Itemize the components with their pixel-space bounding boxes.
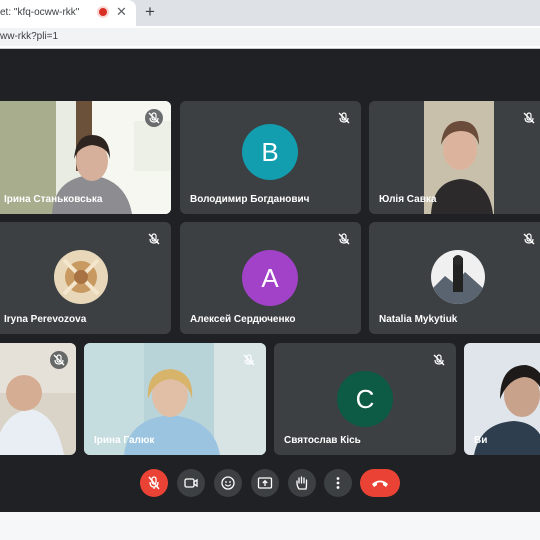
present-screen-button[interactable] <box>251 469 279 497</box>
url-text: ww-rkk?pli=1 <box>0 31 59 42</box>
mic-off-icon <box>148 476 160 490</box>
camera-icon <box>184 478 198 488</box>
avatar: C <box>337 371 393 427</box>
participant-tile[interactable]: Юлія Савка <box>369 101 540 214</box>
avatar: B <box>242 124 298 180</box>
emoji-icon <box>221 476 235 490</box>
call-controls-bar <box>0 469 540 499</box>
avatar-letter: C <box>355 384 375 414</box>
participant-name: Ірина Станьковська <box>4 194 103 205</box>
avatar-letter: B <box>261 137 279 167</box>
browser-tab-bar: et: "kfq-ocww-rkk" ✕ + <box>0 0 540 26</box>
participant-name: Алексей Сердюченко <box>190 314 296 325</box>
browser-tab[interactable]: et: "kfq-ocww-rkk" ✕ <box>0 0 136 26</box>
participant-tile[interactable]: Ви <box>464 343 540 455</box>
mic-off-icon <box>520 109 538 127</box>
participant-tile[interactable]: Ірина Станьковська <box>0 101 171 214</box>
hang-up-icon <box>372 480 388 487</box>
new-tab-button[interactable]: + <box>140 2 160 22</box>
participant-name: Ірина Галюк <box>94 435 155 446</box>
browser-toolbar: ww-rkk?pli=1 <box>0 26 540 48</box>
meeting-stage: Ірина Станьковська B Володимир Богданови… <box>0 49 540 512</box>
more-options-button[interactable] <box>324 469 352 497</box>
mic-toggle-button[interactable] <box>140 469 168 497</box>
more-options-icon <box>336 477 340 489</box>
address-bar[interactable]: ww-rkk?pli=1 <box>0 28 540 46</box>
participant-tile[interactable] <box>0 343 76 455</box>
present-screen-icon <box>257 477 273 489</box>
mic-off-icon <box>520 230 538 248</box>
avatar: A <box>242 250 298 306</box>
raise-hand-button[interactable] <box>288 469 316 497</box>
participant-tile[interactable]: B Володимир Богданович <box>180 101 361 214</box>
mic-off-icon <box>335 109 353 127</box>
participant-tile[interactable]: A Алексей Сердюченко <box>180 222 361 334</box>
bottom-background <box>0 512 540 540</box>
recording-indicator-icon <box>99 8 107 16</box>
camera-toggle-button[interactable] <box>177 469 205 497</box>
participant-name: Natalia Mykytiuk <box>379 314 458 325</box>
participant-tile[interactable]: Natalia Mykytiuk <box>369 222 540 334</box>
participant-name: Володимир Богданович <box>190 194 310 205</box>
avatar-letter: A <box>261 263 279 293</box>
participant-tile[interactable]: C Святослав Кісь <box>274 343 456 455</box>
participant-name: Святослав Кісь <box>284 435 361 446</box>
participant-tile[interactable]: Ірина Галюк <box>84 343 266 455</box>
mic-off-icon <box>335 230 353 248</box>
mic-off-icon <box>50 351 68 369</box>
reactions-button[interactable] <box>214 469 242 497</box>
tab-title: et: "kfq-ocww-rkk" <box>0 7 80 18</box>
raise-hand-icon <box>296 476 308 490</box>
mic-off-icon <box>145 109 163 127</box>
participant-name: Юлія Савка <box>379 194 437 205</box>
mic-off-icon <box>145 230 163 248</box>
participant-tile[interactable]: Iryna Perevozova <box>0 222 171 334</box>
avatar <box>54 250 108 304</box>
mic-off-icon <box>240 351 258 369</box>
avatar <box>431 250 485 304</box>
close-tab-icon[interactable]: ✕ <box>116 4 127 20</box>
mic-off-icon <box>430 351 448 369</box>
participant-name: Iryna Perevozova <box>4 314 87 325</box>
participant-name: Ви <box>474 435 488 446</box>
leave-call-button[interactable] <box>360 469 400 497</box>
